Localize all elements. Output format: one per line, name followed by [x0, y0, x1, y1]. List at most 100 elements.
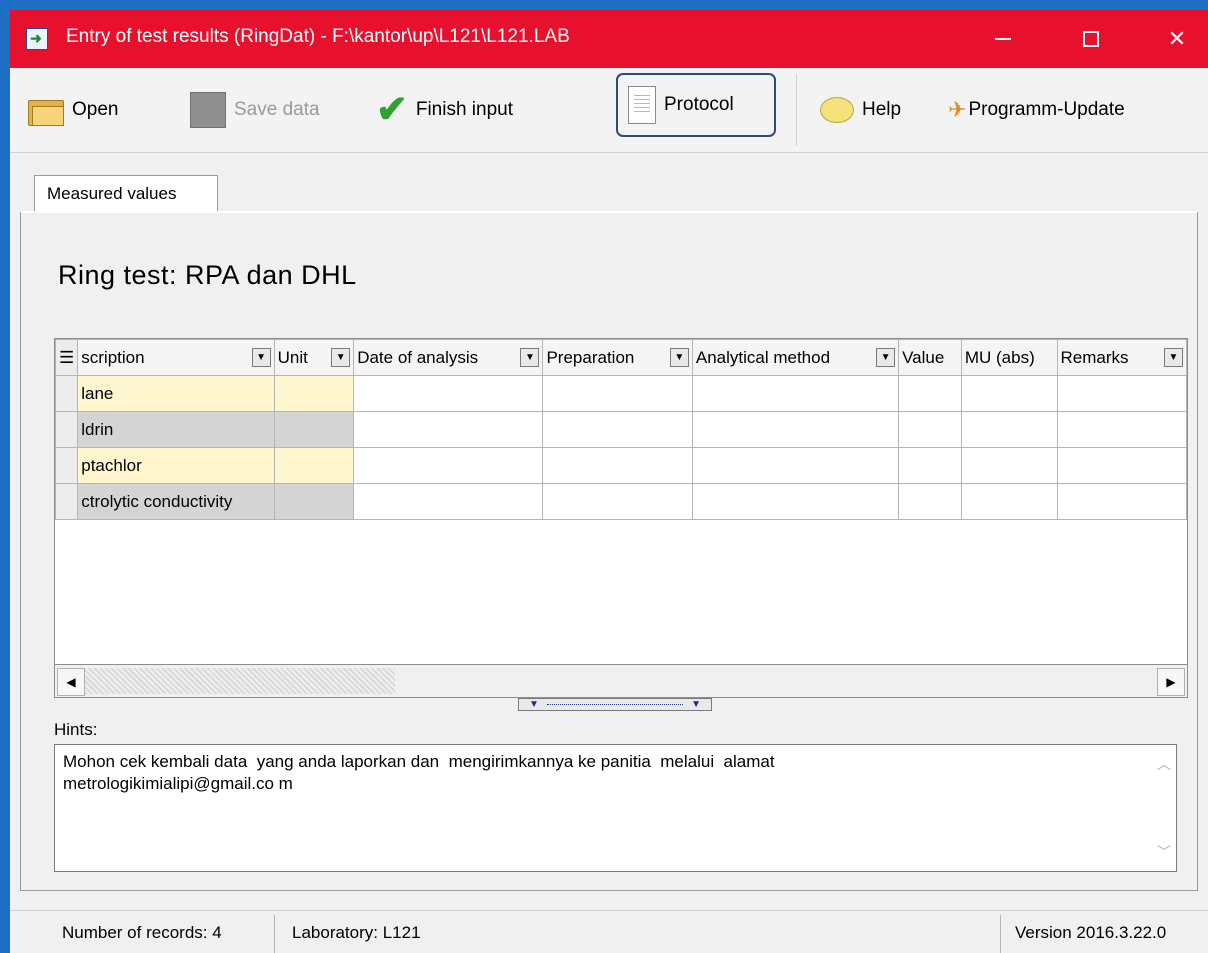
toolbar: Open Save data ✔ Finish input Protocol H… [10, 68, 1208, 153]
method-cell[interactable] [691, 375, 900, 412]
results-grid: ☰ scription ▼ Unit ▼ Date of analysis ▼ Pre… [54, 338, 1188, 698]
column-header-method[interactable]: Analytical method ▼ [691, 339, 900, 376]
update-label: Programm-Update [968, 99, 1125, 120]
date-cell[interactable] [353, 411, 544, 448]
column-header-description[interactable]: scription ▼ [77, 339, 275, 376]
column-header-unit[interactable]: Unit ▼ [273, 339, 355, 376]
column-header-preparation[interactable]: Preparation ▼ [542, 339, 693, 376]
date-cell[interactable] [353, 447, 544, 484]
protocol-button[interactable]: Protocol [616, 73, 776, 137]
remarks-cell[interactable] [1056, 483, 1187, 520]
column-header-date[interactable]: Date of analysis ▼ [353, 339, 544, 376]
hints-textbox[interactable]: Mohon cek kembali data yang anda laporka… [54, 744, 1177, 872]
description-cell[interactable]: ldrin [77, 411, 275, 448]
preparation-cell[interactable] [542, 411, 693, 448]
scroll-right-icon[interactable]: ▶ [1157, 668, 1185, 696]
table-row[interactable]: lane [55, 375, 1187, 412]
status-separator [274, 915, 275, 953]
description-cell[interactable]: lane [77, 375, 275, 412]
save-label: Save data [234, 99, 320, 120]
preparation-cell[interactable] [542, 447, 693, 484]
remarks-cell[interactable] [1056, 411, 1187, 448]
maximize-icon [1083, 31, 1099, 47]
programm-update-button[interactable]: ✈ Programm-Update [948, 90, 1125, 130]
unit-cell[interactable] [273, 483, 355, 520]
description-cell[interactable]: ctrolytic conductivity [77, 483, 275, 520]
scroll-left-icon[interactable]: ◀ [57, 668, 85, 696]
mu-cell[interactable] [960, 375, 1058, 412]
row-indicator[interactable] [55, 483, 79, 520]
panel-splitter[interactable]: ▼ ▼ [518, 698, 712, 711]
table-row[interactable]: ctrolytic conductivity [55, 483, 1187, 520]
toolbar-separator [796, 74, 797, 146]
folder-icon [28, 96, 64, 126]
close-icon: ✕ [1167, 26, 1187, 51]
open-button[interactable]: Open [28, 90, 118, 130]
minimize-button[interactable] [974, 10, 1032, 68]
title-bar[interactable]: ➜ Entry of test results (RingDat) - F:\k… [10, 10, 1208, 68]
dropdown-arrow-icon[interactable]: ▼ [876, 348, 896, 367]
ring-test-title: Ring test: RPA dan DHL [58, 260, 357, 290]
save-data-button[interactable]: Save data [190, 90, 320, 130]
table-row[interactable]: ptachlor [55, 447, 1187, 484]
close-button[interactable]: ✕ [1148, 10, 1206, 68]
method-cell[interactable] [691, 483, 900, 520]
scroll-up-icon[interactable]: ︿ [1157, 753, 1171, 775]
dropdown-arrow-icon[interactable]: ▼ [520, 348, 540, 367]
dropdown-arrow-icon[interactable]: ▼ [251, 348, 271, 367]
unit-cell[interactable] [273, 447, 355, 484]
window-title: Entry of test results (RingDat) - F:\kan… [66, 26, 570, 47]
preparation-cell[interactable] [542, 483, 693, 520]
vertical-scrollbar[interactable]: ︿ ﹀ [1150, 745, 1176, 871]
help-label: Help [862, 99, 902, 120]
hints-text-line: Mohon cek kembali data yang anda laporka… [63, 752, 775, 771]
update-icon: ✈ [948, 97, 967, 122]
scroll-down-icon[interactable]: ﹀ [1157, 841, 1171, 863]
status-laboratory: Laboratory: L121 [292, 922, 421, 942]
value-cell[interactable] [898, 483, 962, 520]
maximize-button[interactable] [1062, 10, 1120, 68]
splitter-arrow-icon: ▼ [529, 699, 539, 710]
dropdown-arrow-icon[interactable]: ▼ [1164, 348, 1183, 367]
date-cell[interactable] [353, 375, 544, 412]
unit-cell[interactable] [273, 411, 355, 448]
dropdown-arrow-icon[interactable]: ▼ [331, 348, 351, 367]
row-indicator[interactable] [55, 447, 79, 484]
splitter-arrow-icon: ▼ [691, 699, 701, 710]
grid-header: ☰ scription ▼ Unit ▼ Date of analysis ▼ Pre… [55, 339, 1187, 376]
tab-measured-values[interactable]: Measured values [34, 175, 218, 211]
date-cell[interactable] [353, 483, 544, 520]
mu-cell[interactable] [960, 411, 1058, 448]
row-indicator[interactable] [55, 411, 79, 448]
scrollbar-thumb[interactable] [85, 668, 395, 694]
speech-bubble-icon [820, 97, 854, 123]
app-window: ➜ Entry of test results (RingDat) - F:\k… [10, 10, 1208, 953]
column-header-mu[interactable]: MU (abs) [960, 339, 1058, 376]
horizontal-scrollbar[interactable]: ◀ ▶ [54, 664, 1188, 698]
table-row[interactable]: ldrin [55, 411, 1187, 448]
column-header-value[interactable]: Value [898, 339, 962, 376]
value-cell[interactable] [898, 375, 962, 412]
dropdown-arrow-icon[interactable]: ▼ [669, 348, 689, 367]
method-cell[interactable] [691, 447, 900, 484]
minimize-icon [995, 38, 1011, 40]
method-cell[interactable] [691, 411, 900, 448]
remarks-cell[interactable] [1056, 447, 1187, 484]
value-cell[interactable] [898, 447, 962, 484]
help-button[interactable]: Help [820, 90, 901, 130]
column-chooser-icon[interactable]: ☰ [55, 339, 79, 376]
value-cell[interactable] [898, 411, 962, 448]
finish-label: Finish input [415, 99, 514, 120]
mu-cell[interactable] [960, 447, 1058, 484]
unit-cell[interactable] [273, 375, 355, 412]
status-record-count: Number of records: 4 [62, 922, 222, 942]
finish-input-button[interactable]: ✔ Finish input [376, 90, 513, 130]
preparation-cell[interactable] [542, 375, 693, 412]
app-icon: ➜ [26, 28, 48, 50]
column-header-remarks[interactable]: Remarks ▼ [1056, 339, 1187, 376]
description-cell[interactable]: ptachlor [77, 447, 275, 484]
open-label: Open [72, 99, 119, 120]
remarks-cell[interactable] [1056, 375, 1187, 412]
row-indicator[interactable] [55, 375, 79, 412]
mu-cell[interactable] [960, 483, 1058, 520]
